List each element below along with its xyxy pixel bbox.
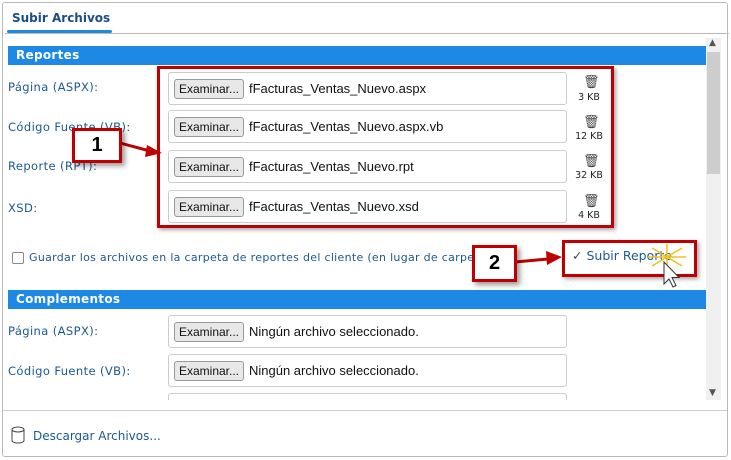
arrow-head-icon — [145, 145, 162, 157]
mouse-cursor-icon — [663, 260, 681, 288]
arrow-head-icon — [546, 251, 562, 265]
callout-2: 2 — [472, 245, 517, 282]
callout-1: 1 — [72, 128, 122, 163]
annotation-arrows — [119, 141, 686, 288]
